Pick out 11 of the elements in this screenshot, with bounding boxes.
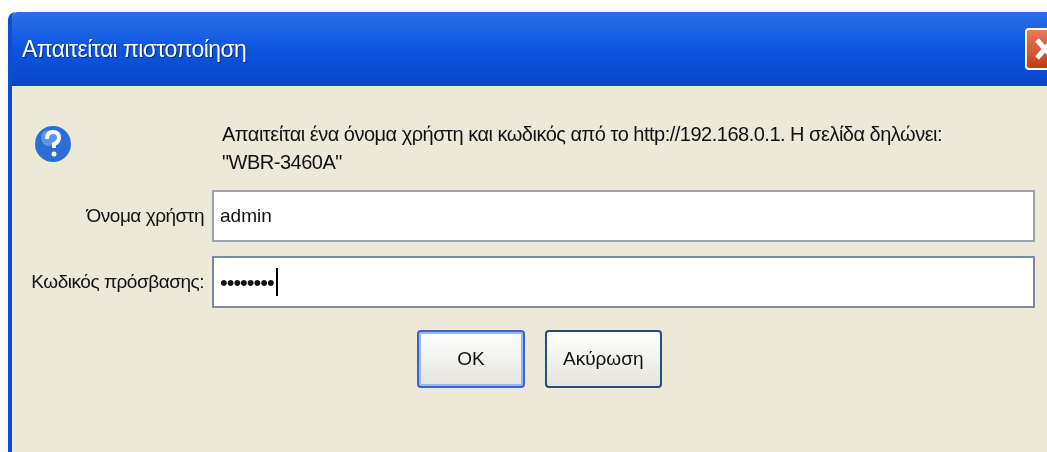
close-icon	[1033, 36, 1047, 62]
window-title: Απαιτείται πιστοποίηση	[22, 34, 247, 64]
password-field[interactable]: ••••••••	[212, 256, 1035, 308]
close-button[interactable]	[1025, 28, 1047, 70]
field-label: Κωδικός πρόσβασης:	[30, 269, 205, 294]
question-icon	[34, 124, 72, 164]
message-text: Απαιτείται ένα όνομα χρήστη και κωδικός από το http://192.168.0.1. Η σελίδα δηλώνει: "WBR-3460A"	[222, 122, 944, 175]
field-label: Όνομα χρήστη	[85, 203, 205, 228]
ok-button[interactable]: OK	[417, 330, 525, 388]
cancel-button[interactable]: Ακύρωση	[545, 330, 662, 388]
username-field[interactable]: admin	[212, 190, 1035, 242]
